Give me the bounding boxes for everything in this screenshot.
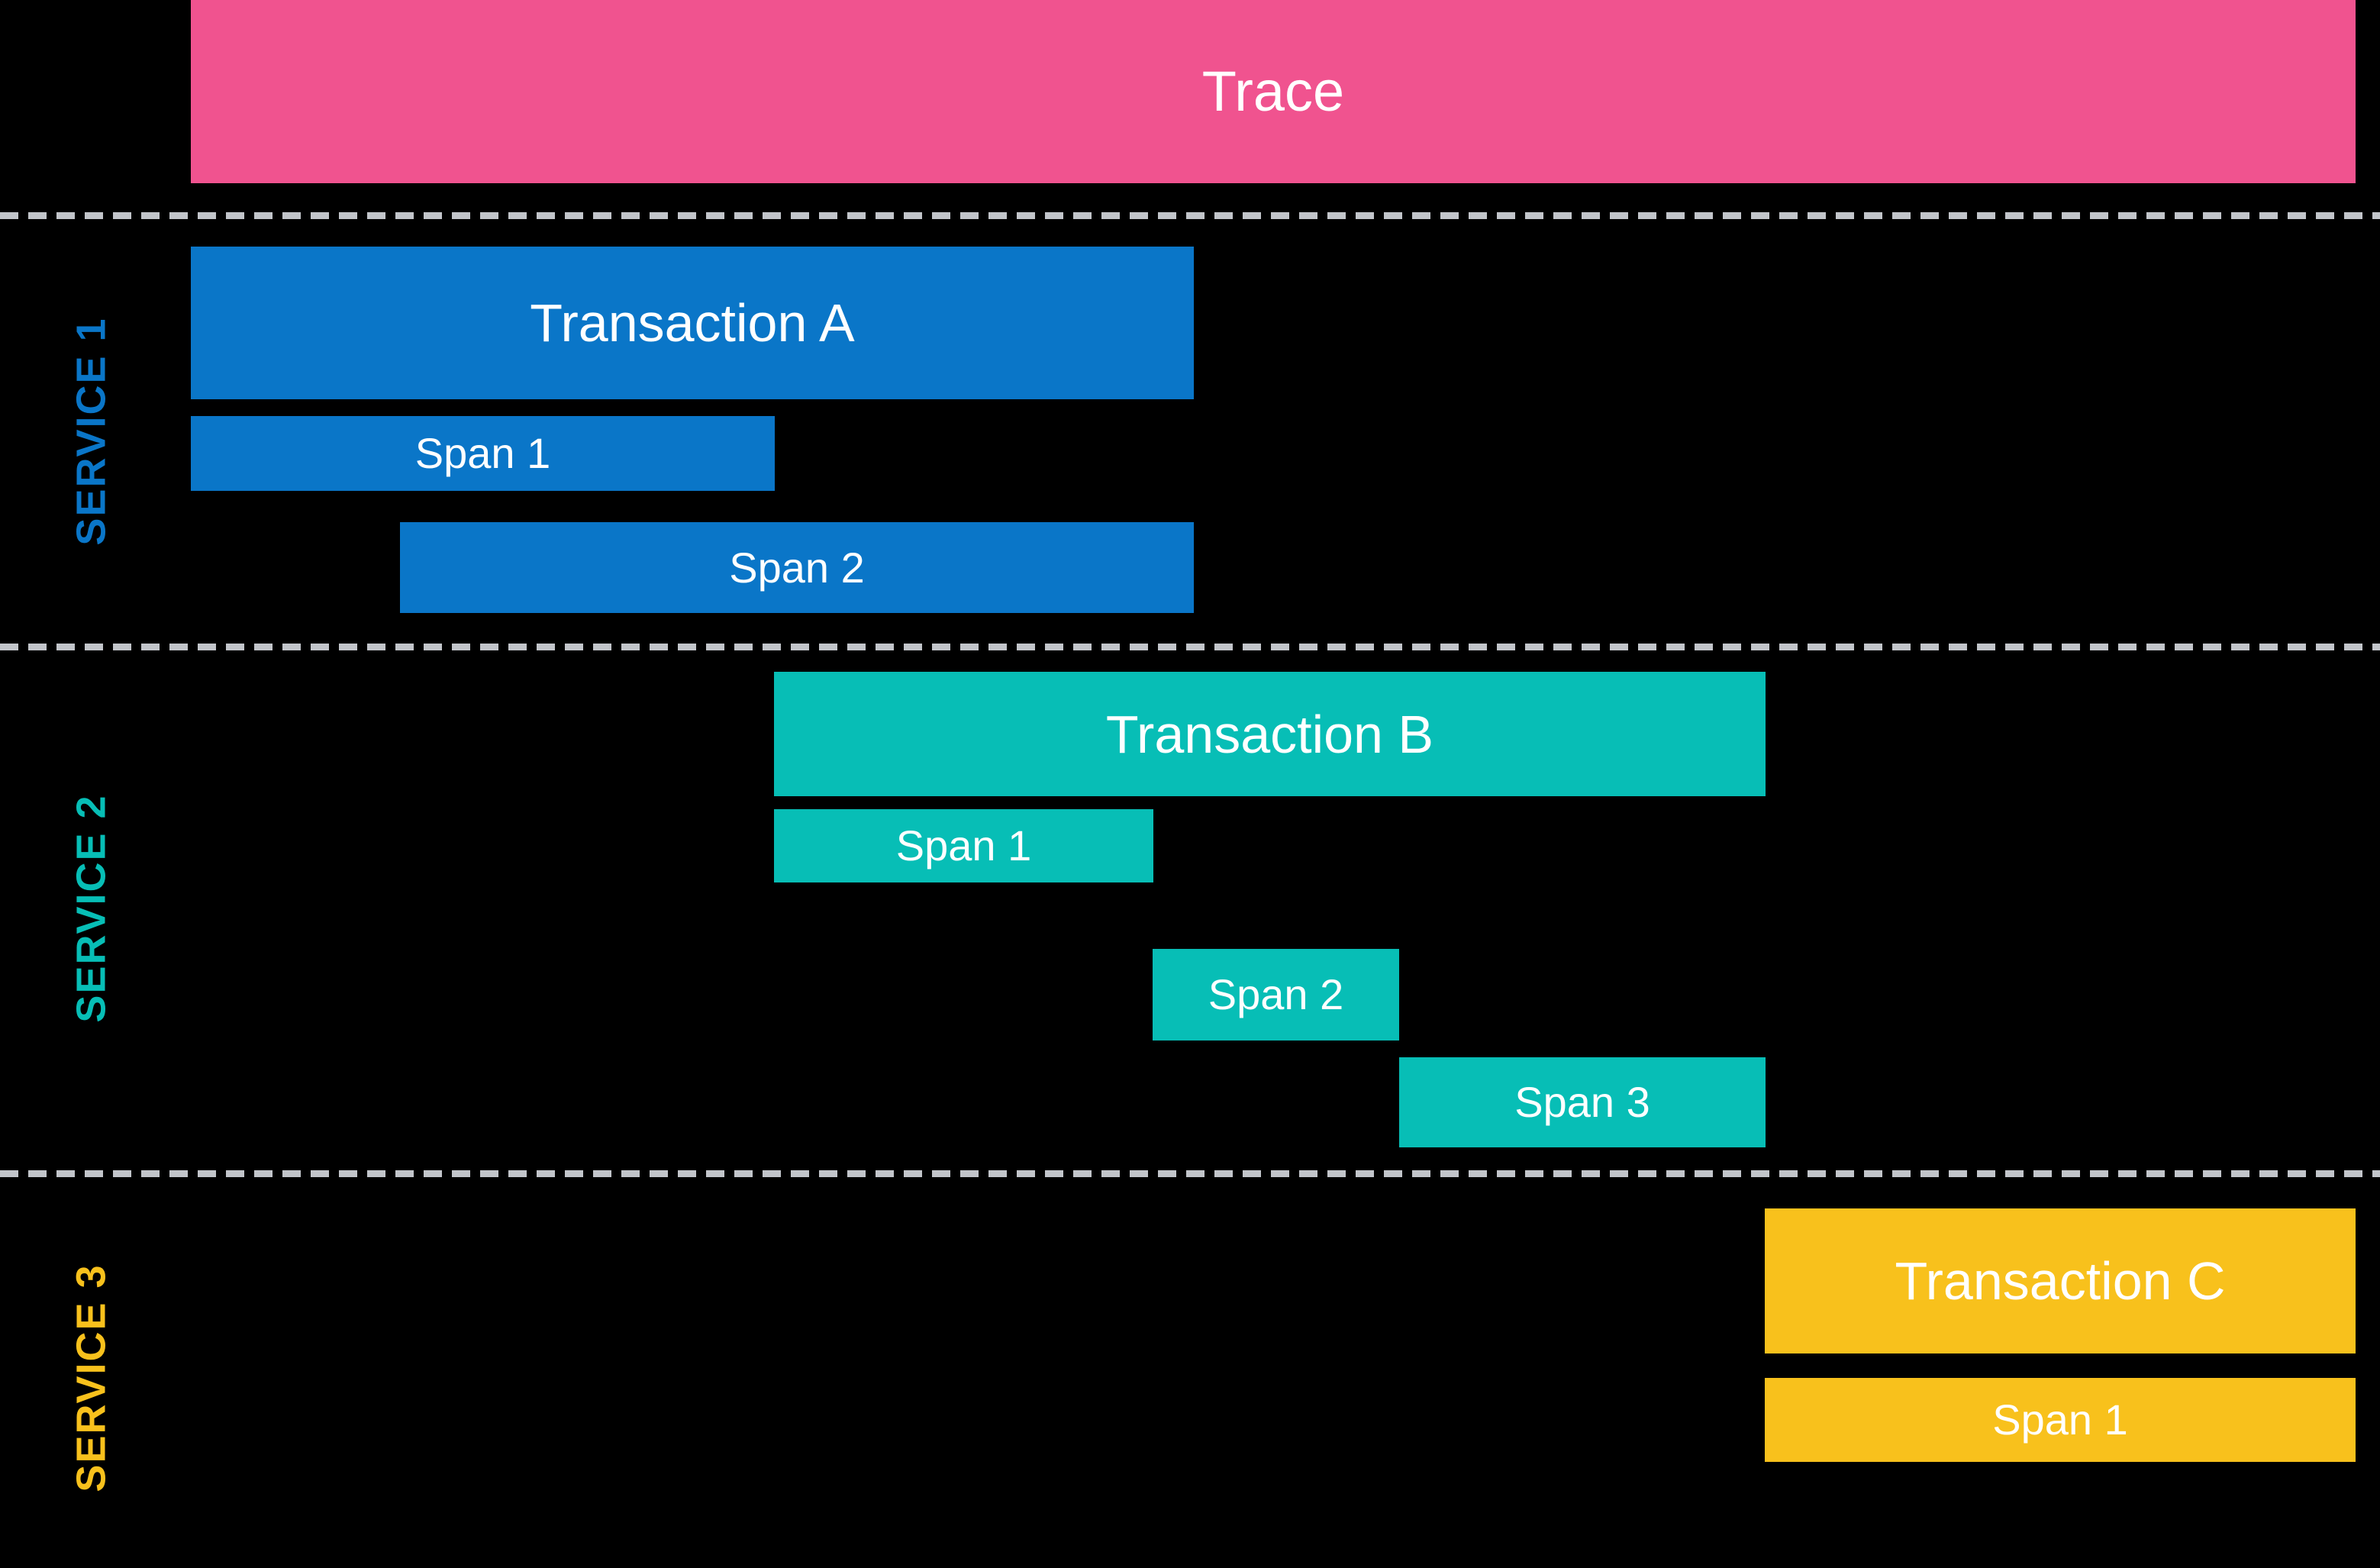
trace-bar[interactable]: Trace [191, 0, 2356, 183]
span-bar-service-2-3[interactable]: Span 2 [1153, 949, 1399, 1040]
span-bar-label: Span 1 [895, 821, 1032, 869]
span-bar-label: Span 2 [1208, 970, 1344, 1018]
service-label-2: SERVICE 2 [0, 660, 183, 1157]
span-bar-service-2-2[interactable]: Span 1 [774, 809, 1153, 882]
transaction-bar-label: Transaction B [1105, 704, 1434, 764]
transaction-bar-service-1-1[interactable]: Transaction A [191, 247, 1194, 399]
span-bar-service-3-2[interactable]: Span 1 [1765, 1378, 2356, 1462]
span-bar-service-1-3[interactable]: Span 2 [400, 522, 1194, 613]
service-label-text: SERVICE 3 [69, 1263, 115, 1492]
service-label-1: SERVICE 1 [0, 229, 183, 634]
span-bar-label: Span 3 [1514, 1078, 1650, 1126]
span-bar-service-2-4[interactable]: Span 3 [1399, 1057, 1766, 1147]
trace-bar-label: Trace [1201, 60, 1345, 123]
service-label-text: SERVICE 2 [69, 794, 115, 1023]
trace-diagram-canvas: Trace SERVICE 1 Transaction A Span 1 Span 2 S… [0, 0, 2380, 1568]
divider-service-2-service-3 [0, 1170, 2380, 1177]
span-bar-service-1-2[interactable]: Span 1 [191, 416, 775, 491]
transaction-bar-label: Transaction A [530, 293, 855, 353]
span-bar-label: Span 1 [1992, 1395, 2128, 1444]
service-label-text: SERVICE 1 [69, 317, 115, 546]
span-bar-label: Span 2 [729, 543, 865, 592]
divider-service-1-service-2 [0, 644, 2380, 650]
service-label-3: SERVICE 3 [0, 1191, 183, 1565]
transaction-bar-label: Transaction C [1895, 1251, 2226, 1311]
span-bar-label: Span 1 [414, 429, 551, 477]
divider-above-service-1 [0, 212, 2380, 219]
transaction-bar-service-3-1[interactable]: Transaction C [1765, 1208, 2356, 1353]
transaction-bar-service-2-1[interactable]: Transaction B [774, 672, 1766, 796]
